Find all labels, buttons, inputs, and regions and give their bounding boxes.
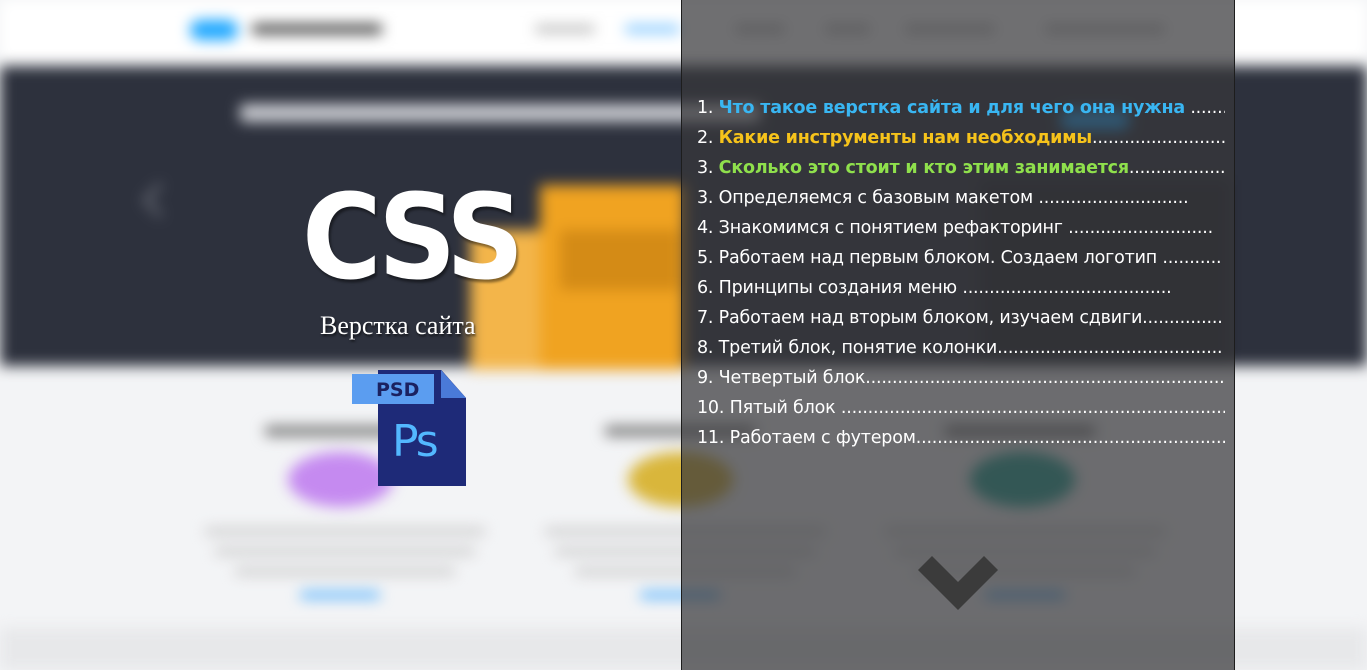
toc-item-leader-dots: ........................................…: [865, 368, 1225, 388]
toc-item-number: 3.: [697, 188, 714, 208]
photoshop-psd-icon: PSD Ps: [352, 370, 466, 488]
toc-item[interactable]: 7. Работаем над вторым блоком, изучаем с…: [697, 303, 1225, 333]
chevron-down-icon[interactable]: [918, 556, 998, 612]
toc-item-title: Работаем над вторым блоком, изучаем сдви…: [718, 308, 1143, 328]
toc-item[interactable]: 11. Работаем с футером..................…: [697, 423, 1225, 453]
toc-item-title: Четвертый блок: [718, 368, 866, 388]
toc-item-number: 10.: [697, 398, 725, 418]
toc-item-title: Что такое верстка сайта и для чего она н…: [718, 98, 1185, 118]
toc-item[interactable]: 2. Какие инструменты нам необходимы.....…: [697, 123, 1225, 153]
toc-item-leader-dots: ........................................…: [997, 338, 1223, 358]
background-logo: [190, 20, 238, 40]
toc-item[interactable]: 8. Третий блок, понятие колонки.........…: [697, 333, 1225, 363]
toc-item-title: Какие инструменты нам необходимы: [718, 128, 1092, 148]
psd-tag-label: PSD: [376, 379, 420, 401]
toc-item-number: 5.: [697, 248, 714, 268]
toc-item-number: 3.: [697, 158, 714, 178]
toc-item-number: 7.: [697, 308, 714, 328]
toc-item[interactable]: 3. Сколько это стоит и кто этим занимает…: [697, 153, 1225, 183]
toc-item[interactable]: 6. Принципы создания меню ..............…: [697, 273, 1225, 303]
toc-item[interactable]: 1. Что такое верстка сайта и для чего он…: [697, 93, 1225, 123]
toc-item[interactable]: 4. Знакомимся с понятием рефакторинг ...…: [697, 213, 1225, 243]
toc-item-number: 4.: [697, 218, 714, 238]
background-nav-item: [625, 25, 680, 33]
background-logo-text: [252, 24, 382, 34]
toc-item-title: Сколько это стоит и кто этим занимается: [718, 158, 1129, 178]
toc-item-leader-dots: ...........................: [1062, 218, 1213, 238]
toc-item[interactable]: 3. Определяемся с базовым макетом ......…: [697, 183, 1225, 213]
toc-item-leader-dots: ............................: [1033, 188, 1189, 208]
toc-item-number: 8.: [697, 338, 714, 358]
toc-item-title: Знакомимся с понятием рефакторинг: [718, 218, 1063, 238]
background-feature-text: [215, 548, 475, 555]
toc-item[interactable]: 9. Четвертый блок.......................…: [697, 363, 1225, 393]
background-feature-link: [300, 592, 380, 598]
toc-item-title: Третий блок, понятие колонки: [718, 338, 998, 358]
toc-item-number: 1.: [697, 98, 714, 118]
table-of-contents: 1. Что такое верстка сайта и для чего он…: [697, 93, 1225, 453]
toc-item-leader-dots: ...............: [1142, 308, 1223, 328]
toc-item-number: 6.: [697, 278, 714, 298]
background-nav-item: [535, 25, 595, 33]
toc-item-number: 2.: [697, 128, 714, 148]
toc-item-leader-dots: ..............: [1190, 98, 1225, 118]
psd-tag: PSD: [352, 374, 434, 404]
toc-item-title: Работаем над первым блоком. Создаем лого…: [718, 248, 1158, 268]
toc-item-title: Принципы создания меню: [718, 278, 957, 298]
toc-item[interactable]: 5. Работаем над первым блоком. Создаем л…: [697, 243, 1225, 273]
css-logo-subtitle: Верстка сайта: [320, 311, 476, 340]
toc-item-leader-dots: .......................................: [956, 278, 1172, 298]
toc-item-leader-dots: ........................................…: [915, 428, 1225, 448]
toc-item-leader-dots: ..............................: [1091, 128, 1225, 148]
toc-item-leader-dots: ...........: [1157, 248, 1222, 268]
toc-item-leader-dots: ...................: [1128, 158, 1225, 178]
background-feature-text: [205, 528, 485, 535]
toc-item-title: Работаем с футером: [729, 428, 916, 448]
toc-item[interactable]: 10. Пятый блок .........................…: [697, 393, 1225, 423]
contents-panel: 1. Что такое верстка сайта и для чего он…: [681, 0, 1235, 670]
css-logo-title: CSS: [302, 168, 524, 306]
toc-item-title: Определяемся с базовым макетом: [718, 188, 1034, 208]
toc-item-leader-dots: ........................................…: [835, 398, 1225, 418]
ps-letters: Ps: [392, 416, 439, 467]
background-slide-image-inner: [560, 230, 680, 290]
toc-item-number: 11.: [697, 428, 725, 448]
toc-item-number: 9.: [697, 368, 714, 388]
toc-item-title: Пятый блок: [729, 398, 836, 418]
background-feature-text: [235, 568, 455, 575]
